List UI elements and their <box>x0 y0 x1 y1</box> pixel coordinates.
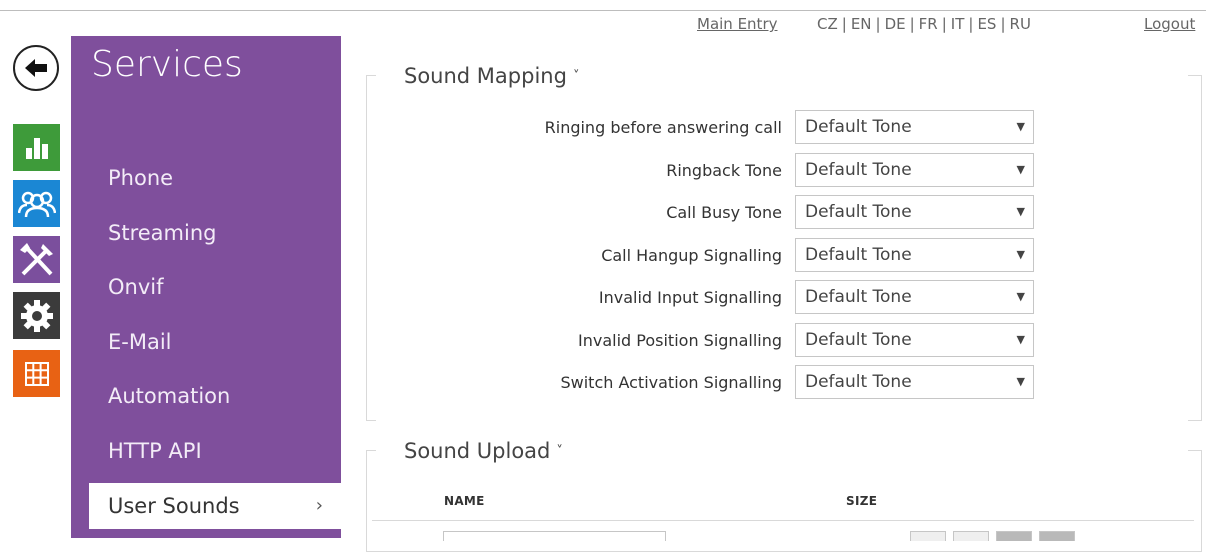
services-sidebar: Services Phone Streaming Onvif E-Mail Au… <box>71 36 341 538</box>
invalid-input-select[interactable]: Default Tone ▼ <box>795 280 1034 314</box>
language-selector: CZ | EN | DE | FR | IT | ES | RU <box>817 15 1031 33</box>
dropdown-arrow-icon: ▼ <box>1016 163 1025 176</box>
sound-mapping-header[interactable]: Sound Mapping ˅ <box>398 64 586 88</box>
column-header-size: SIZE <box>846 494 878 508</box>
lang-es-link[interactable]: ES <box>977 15 996 33</box>
chevron-down-icon: ˅ <box>556 444 563 459</box>
call-busy-tone-label: Call Busy Tone <box>666 203 782 222</box>
chevron-right-icon: › <box>315 495 323 516</box>
dropdown-arrow-icon: ▼ <box>1016 205 1025 218</box>
lang-de-link[interactable]: DE <box>885 15 906 33</box>
ringback-tone-select[interactable]: Default Tone ▼ <box>795 153 1034 187</box>
back-arrow-icon <box>25 59 47 77</box>
lang-fr-link[interactable]: FR <box>919 15 938 33</box>
row-action-button[interactable] <box>953 531 989 541</box>
sidebar-item-label: User Sounds <box>108 494 240 518</box>
ringback-tone-label: Ringback Tone <box>666 161 782 180</box>
row-action-button[interactable] <box>996 531 1032 541</box>
switch-activation-label: Switch Activation Signalling <box>560 373 782 392</box>
system-gear-icon <box>20 299 53 332</box>
sidebar-item-automation[interactable]: Automation <box>108 384 230 408</box>
dropdown-arrow-icon: ▼ <box>1016 375 1025 388</box>
invalid-position-label: Invalid Position Signalling <box>578 331 782 350</box>
sidebar-item-email[interactable]: E-Mail <box>108 330 172 354</box>
dropdown-arrow-icon: ▼ <box>1016 120 1025 133</box>
dropdown-arrow-icon: ▼ <box>1016 248 1025 261</box>
lang-en-link[interactable]: EN <box>851 15 872 33</box>
switch-activation-select[interactable]: Default Tone ▼ <box>795 365 1034 399</box>
call-hangup-label: Call Hangup Signalling <box>601 246 782 265</box>
hardware-nav-button[interactable] <box>13 236 60 283</box>
directory-nav-button[interactable] <box>13 180 60 227</box>
lang-cz-link[interactable]: CZ <box>817 15 838 33</box>
dropdown-arrow-icon: ▼ <box>1016 333 1025 346</box>
invalid-position-select[interactable]: Default Tone ▼ <box>795 323 1034 357</box>
sound-upload-header[interactable]: Sound Upload ˅ <box>398 439 569 463</box>
invalid-input-label: Invalid Input Signalling <box>598 288 782 307</box>
sidebar-item-http-api[interactable]: HTTP API <box>108 439 202 463</box>
status-chart-icon <box>25 137 48 159</box>
back-button[interactable] <box>13 45 59 91</box>
sidebar-item-phone[interactable]: Phone <box>108 166 173 190</box>
lang-it-link[interactable]: IT <box>951 15 965 33</box>
table-divider <box>372 520 1194 521</box>
sidebar-title: Services <box>91 44 243 85</box>
column-header-name: NAME <box>444 494 485 508</box>
call-hangup-select[interactable]: Default Tone ▼ <box>795 238 1034 272</box>
sidebar-item-streaming[interactable]: Streaming <box>108 221 216 245</box>
call-busy-tone-select[interactable]: Default Tone ▼ <box>795 195 1034 229</box>
system-nav-button[interactable] <box>13 292 60 339</box>
ringing-before-answer-select[interactable]: Default Tone ▼ <box>795 110 1034 144</box>
directory-users-icon <box>17 191 56 217</box>
dropdown-arrow-icon: ▼ <box>1016 290 1025 303</box>
row-action-button[interactable] <box>1039 531 1075 541</box>
top-divider <box>0 10 1206 11</box>
ringing-before-answer-label: Ringing before answering call <box>544 118 782 137</box>
hardware-tools-icon <box>19 242 53 275</box>
sidebar-item-onvif[interactable]: Onvif <box>108 275 164 299</box>
sound-name-field[interactable] <box>443 531 666 541</box>
status-nav-button[interactable] <box>13 124 60 171</box>
services-grid-icon <box>24 361 49 386</box>
sidebar-item-user-sounds[interactable]: User Sounds › <box>89 483 341 529</box>
chevron-down-icon: ˅ <box>572 69 580 84</box>
logout-link[interactable]: Logout <box>1144 15 1195 35</box>
lang-ru-link[interactable]: RU <box>1010 15 1031 33</box>
section-title: Sound Mapping <box>404 64 567 88</box>
section-title: Sound Upload <box>404 439 551 463</box>
row-action-button[interactable] <box>910 531 946 541</box>
services-nav-button[interactable] <box>13 350 60 397</box>
main-entry-link[interactable]: Main Entry <box>697 15 778 35</box>
